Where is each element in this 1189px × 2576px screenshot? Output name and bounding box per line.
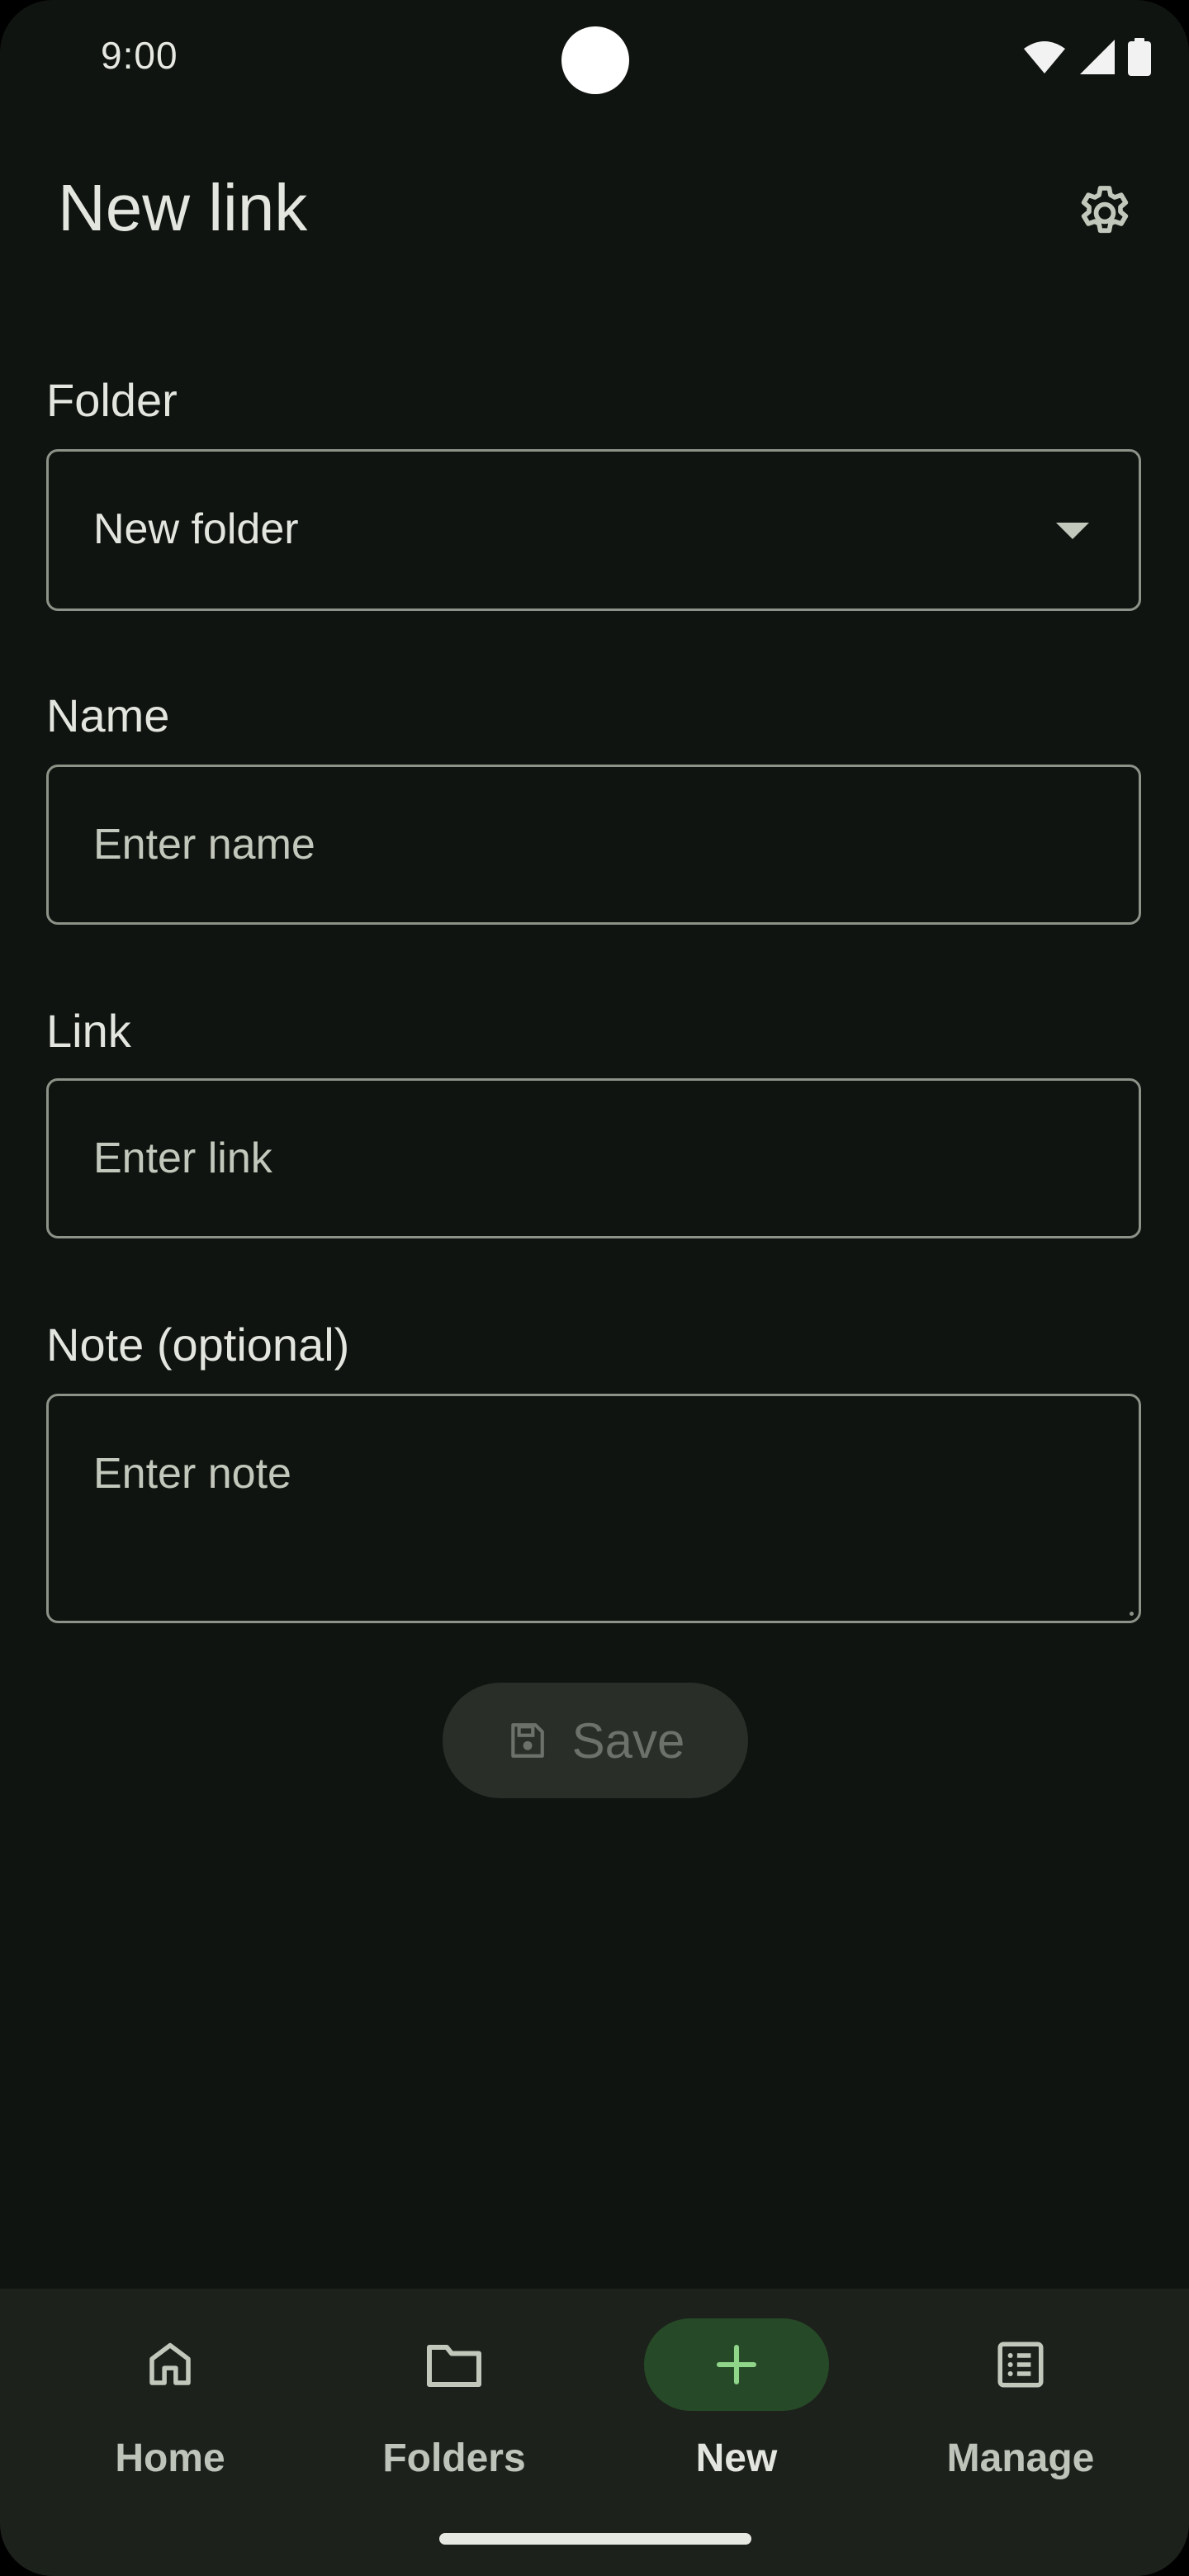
list-icon — [997, 2342, 1044, 2388]
cellular-signal-icon — [1080, 40, 1115, 74]
name-label: Name — [46, 689, 170, 741]
floppy-disk-icon — [510, 1723, 544, 1758]
save-label: Save — [571, 1712, 685, 1769]
plus-icon — [716, 2344, 757, 2385]
dropdown-arrow-icon — [1056, 523, 1089, 539]
folder-dropdown[interactable]: New folder — [46, 449, 1141, 611]
nav-label-new: New — [695, 2436, 778, 2480]
gear-icon — [1081, 186, 1129, 234]
bottom-navigation: Home Folders New Manage — [0, 2289, 1189, 2576]
resize-grip-icon[interactable] — [1130, 1612, 1134, 1616]
nav-icon-container-active — [644, 2318, 829, 2411]
battery-icon — [1128, 38, 1151, 76]
wifi-icon — [1024, 41, 1065, 73]
note-placeholder: Enter note — [93, 1450, 291, 1498]
nav-item-folders[interactable]: Folders — [314, 2289, 594, 2487]
note-label: Note (optional) — [46, 1319, 350, 1371]
home-icon — [149, 2342, 191, 2385]
link-placeholder: Enter link — [93, 1134, 272, 1182]
nav-item-new[interactable]: New — [596, 2289, 877, 2487]
link-label: Link — [46, 1005, 131, 1057]
folder-icon — [427, 2345, 481, 2387]
save-button[interactable]: Save — [443, 1683, 748, 1798]
gesture-home-indicator[interactable] — [439, 2533, 751, 2545]
nav-label-manage: Manage — [946, 2436, 1095, 2480]
nav-label-home: Home — [115, 2436, 225, 2480]
page-title: New link — [58, 171, 308, 244]
nav-item-manage[interactable]: Manage — [880, 2289, 1161, 2487]
screen: 9:00 New link Folder New folder Name Ent… — [0, 0, 1189, 2576]
nav-icon-container — [362, 2318, 547, 2411]
folder-label: Folder — [46, 374, 178, 426]
folder-selected-value: New folder — [93, 505, 299, 553]
link-input[interactable]: Enter link — [46, 1078, 1141, 1238]
nav-icon-container — [78, 2318, 263, 2411]
settings-button[interactable] — [1072, 180, 1138, 246]
name-placeholder: Enter name — [93, 821, 315, 869]
status-time: 9:00 — [101, 34, 178, 77]
camera-cutout — [561, 26, 629, 94]
nav-label-folders: Folders — [382, 2436, 526, 2480]
nav-item-home[interactable]: Home — [30, 2289, 310, 2487]
name-input[interactable]: Enter name — [46, 765, 1141, 925]
nav-icon-container — [928, 2318, 1113, 2411]
status-icons — [1022, 38, 1151, 76]
note-textarea[interactable]: Enter note — [46, 1394, 1141, 1623]
